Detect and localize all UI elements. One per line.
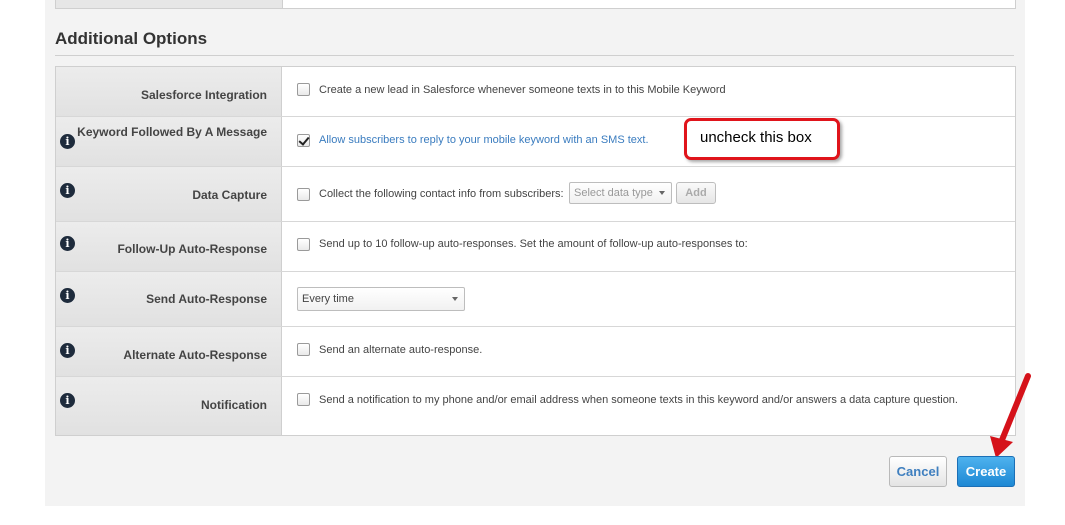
- option-label: Salesforce Integration: [140, 88, 267, 102]
- red-arrow-icon: [990, 373, 1031, 458]
- annotation-callout: uncheck this box: [684, 118, 840, 160]
- option-row-send-auto-response: i Send Auto-Response Every time: [56, 272, 1015, 327]
- option-row-keyword-message: i Keyword Followed By A Message Allow su…: [56, 117, 1015, 167]
- salesforce-checkbox[interactable]: [297, 83, 310, 96]
- option-text: Create a new lead in Salesforce whenever…: [319, 84, 726, 96]
- option-row-data-capture: i Data Capture Collect the following con…: [56, 167, 1015, 222]
- create-button[interactable]: Create: [957, 456, 1015, 487]
- chevron-down-icon: [452, 297, 458, 301]
- section-title: Additional Options: [55, 29, 208, 48]
- info-circle-icon[interactable]: i: [60, 183, 75, 198]
- cancel-button[interactable]: Cancel: [889, 456, 947, 487]
- option-label: Data Capture: [192, 188, 267, 202]
- option-text: Send a notification to my phone and/or e…: [319, 394, 958, 406]
- follow-up-checkbox[interactable]: [297, 238, 310, 251]
- option-row-notification: i Notification Send a notification to my…: [56, 377, 1015, 435]
- callout-text: uncheck this box: [700, 129, 812, 146]
- info-circle-icon[interactable]: i: [60, 393, 75, 408]
- option-label: Alternate Auto-Response: [123, 348, 267, 362]
- option-label: Notification: [201, 398, 267, 412]
- additional-options-table: Salesforce Integration Create a new lead…: [55, 66, 1016, 436]
- data-capture-checkbox[interactable]: [297, 188, 310, 201]
- previous-table-stub: [55, 0, 1016, 9]
- option-row-alternate-auto-response: i Alternate Auto-Response Send an altern…: [56, 327, 1015, 377]
- info-circle-icon[interactable]: i: [60, 288, 75, 303]
- option-row-salesforce: Salesforce Integration Create a new lead…: [56, 67, 1015, 117]
- keyword-message-checkbox[interactable]: [297, 134, 310, 147]
- info-circle-icon[interactable]: i: [60, 134, 75, 149]
- section-divider: [55, 55, 1014, 56]
- add-data-type-button[interactable]: Add: [676, 182, 716, 204]
- option-label: Send Auto-Response: [146, 292, 267, 306]
- auto-response-frequency-select[interactable]: Every time: [297, 287, 465, 311]
- option-label: Keyword Followed By A Message: [77, 125, 267, 139]
- chevron-down-icon: [659, 191, 665, 195]
- option-text: Allow subscribers to reply to your mobil…: [319, 134, 649, 146]
- option-text: Send up to 10 follow-up auto-responses. …: [319, 238, 748, 250]
- option-row-follow-up: i Follow-Up Auto-Response Send up to 10 …: [56, 222, 1015, 272]
- info-circle-icon[interactable]: i: [60, 236, 75, 251]
- alternate-auto-response-checkbox[interactable]: [297, 343, 310, 356]
- info-circle-icon[interactable]: i: [60, 343, 75, 358]
- option-text: Collect the following contact info from …: [319, 188, 564, 200]
- data-type-select[interactable]: Select data type: [569, 182, 672, 204]
- option-label: Follow-Up Auto-Response: [117, 242, 267, 256]
- notification-checkbox[interactable]: [297, 393, 310, 406]
- option-text: Send an alternate auto-response.: [319, 344, 483, 356]
